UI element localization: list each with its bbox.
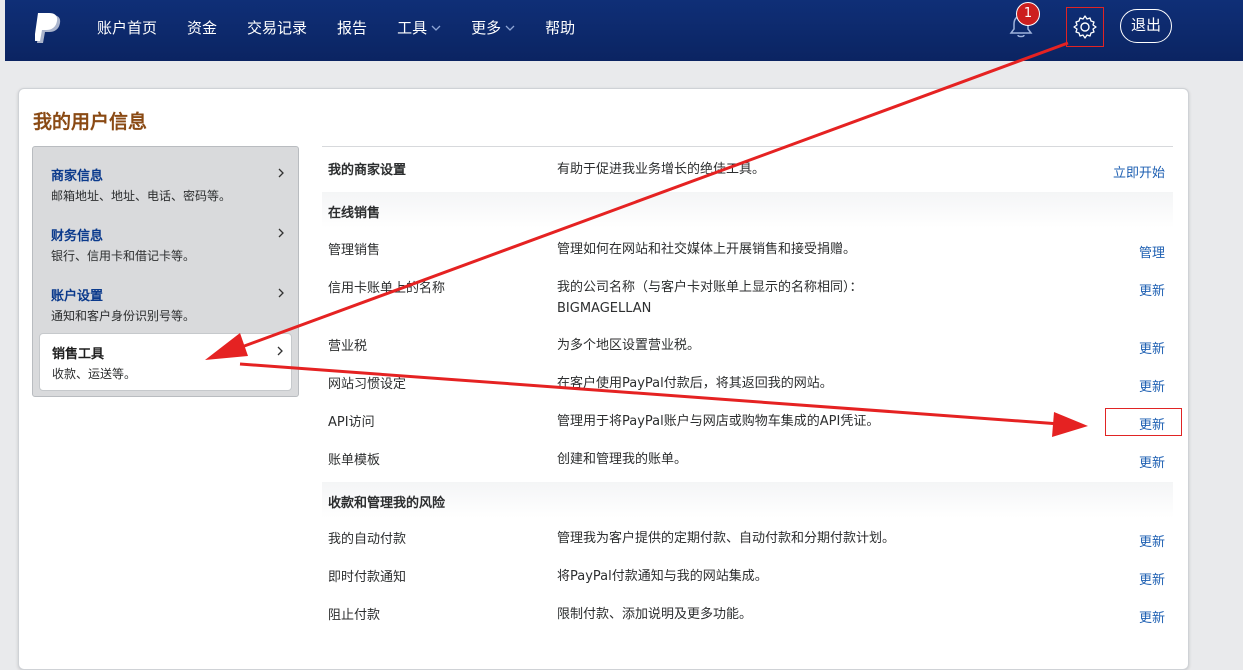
gear-icon (1073, 15, 1097, 39)
list-item-api-access: API访问 管理用于将PayPal账户与网店或购物车集成的API凭证。 更新 (328, 414, 1165, 433)
update-link[interactable]: 更新 (1139, 569, 1165, 588)
update-link[interactable]: 更新 (1139, 531, 1165, 550)
top-nav-bar: 账户首页 资金 交易记录 报告 工具 更多 帮助 (5, 0, 1243, 61)
chevron-down-icon (431, 25, 441, 31)
company-name-value: BIGMAGELLAN (557, 301, 652, 316)
list-item-manage-sales: 管理销售 管理如何在网站和社交媒体上开展销售和接受捐赠。 管理 (328, 242, 1165, 261)
list-item-card-statement-name: 信用卡账单上的名称 我的公司名称（与客户卡对账单上显示的名称相同）： BIGMA… (328, 280, 1165, 316)
chevron-right-icon (278, 288, 284, 298)
notification-badge[interactable]: 1 (1016, 2, 1040, 26)
manage-link[interactable]: 管理 (1139, 242, 1165, 261)
page-title: 我的用户信息 (33, 111, 148, 133)
get-started-link[interactable]: 立即开始 (1113, 162, 1165, 181)
list-item-block-payments: 阻止付款 限制付款、添加说明及更多功能。 更新 (328, 607, 1165, 626)
chevron-right-icon (278, 228, 284, 238)
list-item-invoice-templates: 账单模板 创建和管理我的账单。 更新 (328, 452, 1165, 471)
update-link[interactable]: 更新 (1139, 376, 1165, 395)
update-link[interactable]: 更新 (1139, 280, 1165, 299)
update-link[interactable]: 更新 (1139, 607, 1165, 626)
logout-button[interactable]: 退出 (1120, 9, 1172, 43)
sidebar-item-account-settings[interactable]: 账户设置 通知和客户身份识别号等。 (33, 269, 298, 327)
sidebar: 商家信息 邮箱地址、地址、电话、密码等。 财务信息 银行、信用卡和借记卡等。 账… (32, 146, 299, 397)
sidebar-item-financial-info[interactable]: 财务信息 银行、信用卡和借记卡等。 (33, 209, 298, 267)
merchant-settings-row: 我的商家设置 有助于促进我业务增长的绝佳工具。 立即开始 (328, 162, 1165, 181)
nav-more[interactable]: 更多 (471, 17, 515, 38)
paypal-logo-icon[interactable] (35, 13, 63, 45)
sidebar-item-sales-tools[interactable]: 销售工具 收款、运送等。 (39, 333, 292, 391)
chevron-right-icon (278, 168, 284, 178)
section-payments-risk: 收款和管理我的风险 (322, 482, 1173, 518)
nav-transactions[interactable]: 交易记录 (247, 17, 307, 38)
update-link[interactable]: 更新 (1139, 338, 1165, 357)
section-online-sales: 在线销售 (322, 192, 1173, 228)
nav-account-home[interactable]: 账户首页 (97, 17, 157, 38)
sidebar-item-merchant-info[interactable]: 商家信息 邮箱地址、地址、电话、密码等。 (33, 149, 298, 207)
nav-reports[interactable]: 报告 (337, 17, 367, 38)
divider (322, 146, 1173, 147)
list-item-sales-tax: 营业税 为多个地区设置营业税。 更新 (328, 338, 1165, 357)
nav-tools[interactable]: 工具 (397, 17, 441, 38)
list-item-instant-payment-notification: 即时付款通知 将PayPal付款通知与我的网站集成。 更新 (328, 569, 1165, 588)
annotation-highlight-box (1105, 408, 1182, 436)
main-nav: 账户首页 资金 交易记录 报告 工具 更多 帮助 (97, 0, 605, 55)
list-item-website-preferences: 网站习惯设定 在客户使用PayPal付款后，将其返回我的网站。 更新 (328, 376, 1165, 395)
chevron-right-icon (277, 346, 283, 356)
settings-button[interactable] (1066, 7, 1104, 47)
list-item-auto-payments: 我的自动付款 管理我为客户提供的定期付款、自动付款和分期付款计划。 更新 (328, 531, 1165, 550)
nav-funds[interactable]: 资金 (187, 17, 217, 38)
chevron-down-icon (505, 25, 515, 31)
nav-help[interactable]: 帮助 (545, 17, 575, 38)
update-link[interactable]: 更新 (1139, 452, 1165, 471)
